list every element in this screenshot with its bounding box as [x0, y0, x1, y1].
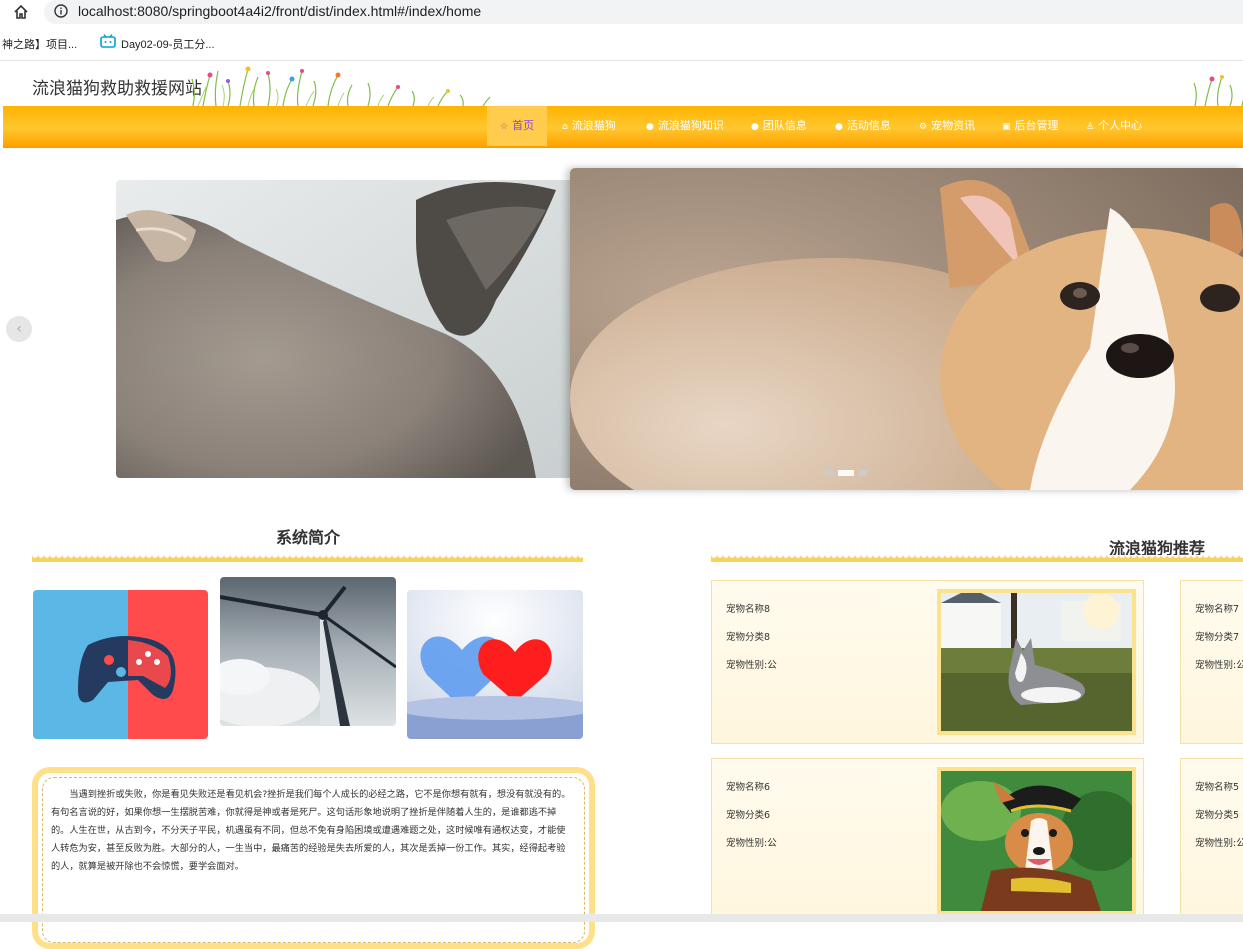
pet-photo[interactable]	[937, 589, 1136, 735]
pet-card[interactable]: 宠物名称5 宠物分类5 宠物性别:公	[1180, 758, 1243, 922]
carousel-slide-cat[interactable]	[116, 180, 576, 478]
home-icon[interactable]	[12, 3, 30, 21]
pet-category: 宠物分类7	[1195, 632, 1240, 643]
user-icon: ♙	[1086, 122, 1095, 132]
bag-icon: ⌂	[562, 122, 568, 132]
info-circle-icon: ●	[751, 122, 759, 132]
turbine-image	[220, 577, 396, 726]
grass-decoration	[191, 66, 491, 106]
pet-gender: 宠物性别:公	[1195, 838, 1243, 849]
info-circle-icon: ●	[646, 122, 654, 132]
nav-item-activity[interactable]: ● 活动信息	[835, 106, 891, 146]
pet-category: 宠物分类5	[1195, 810, 1240, 821]
pet-name: 宠物名称8	[726, 604, 771, 615]
nav-item-stray[interactable]: ⌂ 流浪猫狗	[562, 106, 616, 146]
url-field[interactable]: localhost:8080/springboot4a4i2/front/dis…	[44, 0, 1243, 24]
pet-card[interactable]: 宠物名称8 宠物分类8 宠物性别:公	[711, 580, 1144, 744]
husky-photo	[941, 593, 1132, 731]
horizontal-scrollbar[interactable]	[0, 914, 1243, 922]
nav-label: 个人中心	[1098, 119, 1143, 132]
pet-gender: 宠物性别:公	[726, 660, 777, 671]
pet-card[interactable]: 宠物名称6 宠物分类6 宠物性别:公	[711, 758, 1144, 922]
pet-name: 宠物名称5	[1195, 782, 1240, 793]
pirate-corgi-photo	[941, 771, 1132, 911]
carousel-prev-button[interactable]: ‹	[6, 316, 32, 342]
pet-name: 宠物名称7	[1195, 604, 1240, 615]
site-info-icon[interactable]	[54, 4, 68, 18]
intro-image-hearts	[407, 590, 583, 739]
nav-item-news[interactable]: ⚙ 宠物资讯	[919, 106, 975, 146]
nav-item-team[interactable]: ● 团队信息	[751, 106, 807, 146]
intro-image-gamepad	[33, 590, 208, 739]
pet-category: 宠物分类6	[726, 810, 771, 821]
nav-item-admin[interactable]: ▣ 后台管理	[1002, 106, 1059, 146]
carousel-dot[interactable]	[825, 470, 833, 476]
bookmark-item[interactable]: 神之路】项目...	[2, 36, 77, 52]
site-header: 流浪猫狗救助救援网站	[0, 61, 1243, 106]
banner-carousel[interactable]: ‹	[0, 148, 1243, 503]
carousel-dot-active[interactable]	[838, 470, 854, 476]
pet-card[interactable]: 宠物名称7 宠物分类7 宠物性别:公	[1180, 580, 1243, 744]
intro-title: 系统简介	[276, 528, 341, 547]
nav-label: 流浪猫狗	[571, 119, 616, 132]
carousel-slide-corgi[interactable]	[570, 168, 1243, 490]
nav-label: 活动信息	[846, 119, 891, 132]
lock-icon: ▣	[1002, 122, 1011, 132]
nav-label: 宠物资讯	[931, 119, 976, 132]
nav-item-profile[interactable]: ♙ 个人中心	[1086, 106, 1142, 146]
nav-label: 流浪猫狗知识	[657, 119, 724, 132]
site-title: 流浪猫狗救助救援网站	[32, 79, 202, 99]
bookmark-item[interactable]: Day02-09-员工分...	[121, 36, 215, 52]
nav-label: 后台管理	[1014, 119, 1059, 132]
intro-image-turbine	[220, 577, 396, 726]
nav-item-home[interactable]: ☆ 首页	[487, 106, 548, 146]
grass-decoration	[1193, 75, 1243, 106]
gear-icon: ⚙	[919, 122, 928, 132]
nav-label: 首页	[512, 119, 535, 132]
info-circle-icon: ●	[835, 122, 843, 132]
bookmarks-bar: 神之路】项目... Day02-09-员工分...	[0, 26, 1243, 61]
main-nav: ☆ 首页 ⌂ 流浪猫狗 ● 流浪猫狗知识 ● 团队信息 ● 活动信息 ⚙ 宠物资讯 ▣ 后台管…	[3, 106, 1243, 148]
star-icon: ☆	[500, 122, 509, 132]
pet-gender: 宠物性别:公	[1195, 660, 1243, 671]
corgi-photo	[570, 168, 1243, 490]
pet-category: 宠物分类8	[726, 632, 771, 643]
nav-item-knowledge[interactable]: ● 流浪猫狗知识	[646, 106, 724, 146]
pet-name: 宠物名称6	[726, 782, 771, 793]
bilibili-icon	[100, 34, 116, 48]
gamepad-image	[33, 590, 208, 739]
nav-label: 团队信息	[762, 119, 807, 132]
carousel-dot[interactable]	[859, 470, 867, 476]
url-text[interactable]: localhost:8080/springboot4a4i2/front/dis…	[78, 3, 481, 19]
cat-photo	[116, 180, 576, 478]
intro-divider	[32, 555, 583, 562]
pet-photo[interactable]	[937, 767, 1136, 915]
recommend-divider	[711, 555, 1243, 562]
browser-address-bar: localhost:8080/springboot4a4i2/front/dis…	[0, 0, 1243, 24]
hearts-image	[407, 590, 583, 739]
pet-gender: 宠物性别:公	[726, 838, 777, 849]
intro-paragraph: 当遇到挫折或失败，你是看见失败还是看见机会?挫折是我们每个人成长的必经之路，它不…	[51, 789, 571, 872]
